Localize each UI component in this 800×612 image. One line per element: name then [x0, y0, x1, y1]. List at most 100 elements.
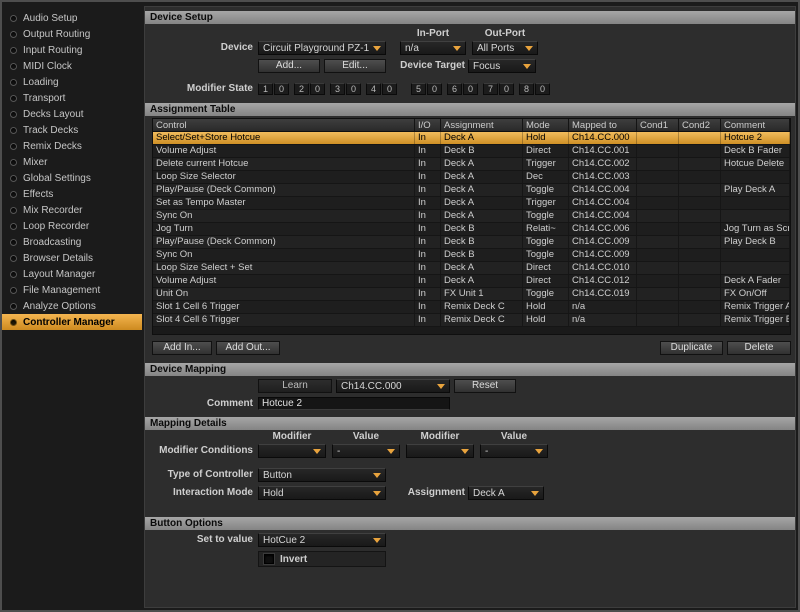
- sidebar-item-label: Effects: [23, 189, 53, 200]
- sidebar-item-controller-manager[interactable]: Controller Manager: [2, 314, 142, 330]
- table-row[interactable]: Sync OnInDeck BToggleCh14.CC.009: [153, 249, 790, 262]
- bullet-icon: [10, 303, 17, 310]
- table-row[interactable]: Set as Tempo MasterInDeck ATriggerCh14.C…: [153, 197, 790, 210]
- table-row[interactable]: Unit OnInFX Unit 1ToggleCh14.CC.019FX On…: [153, 288, 790, 301]
- modifier-value[interactable]: 0: [499, 83, 514, 95]
- comment-input[interactable]: Hotcue 2: [258, 397, 450, 410]
- sidebar-item-loading[interactable]: Loading: [2, 74, 142, 90]
- column-header-i-o[interactable]: I/O: [415, 119, 441, 131]
- sidebar-item-track-decks[interactable]: Track Decks: [2, 122, 142, 138]
- type-of-controller-value: Button: [263, 470, 292, 481]
- mapped-to-select[interactable]: Ch14.CC.000: [336, 379, 450, 393]
- type-of-controller-select[interactable]: Button: [258, 468, 386, 482]
- column-header-mapped-to[interactable]: Mapped to: [569, 119, 637, 131]
- out-port-select[interactable]: All Ports: [472, 41, 538, 55]
- invert-checkbox[interactable]: [264, 554, 274, 564]
- in-port-select[interactable]: n/a: [400, 41, 466, 55]
- add-in-button[interactable]: Add In...: [152, 341, 212, 355]
- modifier-value[interactable]: 0: [346, 83, 361, 95]
- modifier-value[interactable]: 0: [310, 83, 325, 95]
- duplicate-button[interactable]: Duplicate: [660, 341, 723, 355]
- bullet-icon: [10, 319, 17, 326]
- set-to-value-select[interactable]: HotCue 2: [258, 533, 386, 547]
- column-header-assignment[interactable]: Assignment: [441, 119, 523, 131]
- table-cell: [721, 171, 790, 183]
- sidebar-item-layout-manager[interactable]: Layout Manager: [2, 266, 142, 282]
- sidebar-item-audio-setup[interactable]: Audio Setup: [2, 10, 142, 26]
- sidebar-item-input-routing[interactable]: Input Routing: [2, 42, 142, 58]
- learn-button[interactable]: Learn: [258, 379, 332, 393]
- column-header-cond2[interactable]: Cond2: [679, 119, 721, 131]
- sidebar-item-transport[interactable]: Transport: [2, 90, 142, 106]
- sidebar: Audio SetupOutput Routing Input Routing MI…: [2, 2, 142, 610]
- sidebar-item-midi-clock[interactable]: MIDI Clock: [2, 58, 142, 74]
- device-select[interactable]: Circuit Playground PZ-1: [258, 41, 386, 55]
- column-header-comment[interactable]: Comment: [721, 119, 790, 131]
- condition2-value-select[interactable]: -: [480, 444, 548, 458]
- delete-button[interactable]: Delete: [727, 341, 791, 355]
- add-device-button[interactable]: Add...: [258, 59, 320, 73]
- sidebar-item-file-management[interactable]: File Management: [2, 282, 142, 298]
- table-row[interactable]: Slot 1 Cell 6 TriggerInRemix Deck CHoldn…: [153, 301, 790, 314]
- device-target-select[interactable]: Focus: [468, 59, 536, 73]
- sidebar-item-effects[interactable]: Effects: [2, 186, 142, 202]
- condition2-modifier-select[interactable]: [406, 444, 474, 458]
- bullet-icon: [10, 271, 17, 278]
- table-row[interactable]: Volume AdjustInDeck BDirectCh14.CC.001De…: [153, 145, 790, 158]
- sidebar-item-analyze-options[interactable]: Analyze Options: [2, 298, 142, 314]
- modifier-state-pair: 70: [483, 83, 514, 95]
- out-port-label: Out-Port: [472, 27, 538, 41]
- table-row[interactable]: Sync OnInDeck AToggleCh14.CC.004: [153, 210, 790, 223]
- column-header-mode[interactable]: Mode: [523, 119, 569, 131]
- sidebar-item-label: Layout Manager: [23, 269, 95, 280]
- assignment-select[interactable]: Deck A: [468, 486, 544, 500]
- table-row[interactable]: Volume AdjustInDeck ADirectCh14.CC.012De…: [153, 275, 790, 288]
- assignment-table: ControlI/OAssignmentModeMapped toCond1Co…: [152, 118, 791, 335]
- sidebar-item-remix-decks[interactable]: Remix Decks: [2, 138, 142, 154]
- sidebar-item-label: Input Routing: [23, 45, 83, 56]
- table-row[interactable]: Play/Pause (Deck Common)InDeck BToggleCh…: [153, 236, 790, 249]
- table-cell: Deck B: [441, 236, 523, 248]
- column-header-control[interactable]: Control: [153, 119, 415, 131]
- table-row[interactable]: Loop Size Select + SetInDeck ADirectCh14…: [153, 262, 790, 275]
- modifier-value[interactable]: 0: [463, 83, 478, 95]
- table-row[interactable]: Jog TurnInDeck BRelati~Ch14.CC.006Jog Tu…: [153, 223, 790, 236]
- sidebar-item-output-routing[interactable]: Output Routing: [2, 26, 142, 42]
- modifier-number: 1: [258, 83, 273, 95]
- reset-button[interactable]: Reset: [454, 379, 516, 393]
- modifier-value[interactable]: 0: [382, 83, 397, 95]
- table-cell: In: [415, 158, 441, 170]
- table-cell: Hotcue Delete: [721, 158, 790, 170]
- modifier-value[interactable]: 0: [535, 83, 550, 95]
- sidebar-item-mix-recorder[interactable]: Mix Recorder: [2, 202, 142, 218]
- condition1-value-select[interactable]: -: [332, 444, 400, 458]
- sidebar-item-global-settings[interactable]: Global Settings: [2, 170, 142, 186]
- table-row[interactable]: Slot 4 Cell 6 TriggerInRemix Deck CHoldn…: [153, 314, 790, 327]
- table-row[interactable]: Select/Set+Store HotcueInDeck AHoldCh14.…: [153, 132, 790, 145]
- sidebar-item-mixer[interactable]: Mixer: [2, 154, 142, 170]
- sidebar-item-loop-recorder[interactable]: Loop Recorder: [2, 218, 142, 234]
- sidebar-item-label: File Management: [23, 285, 100, 296]
- modifier-value[interactable]: 0: [274, 83, 289, 95]
- add-out-button[interactable]: Add Out...: [216, 341, 280, 355]
- modifier-state-pair: 10: [258, 83, 289, 95]
- table-row[interactable]: Loop Size SelectorInDeck ADecCh14.CC.003: [153, 171, 790, 184]
- modifier-number: 3: [330, 83, 345, 95]
- device-select-value: Circuit Playground PZ-1: [263, 43, 369, 54]
- bullet-icon: [10, 207, 17, 214]
- table-row[interactable]: Delete current HotcueInDeck ATriggerCh14…: [153, 158, 790, 171]
- condition1-modifier-select[interactable]: [258, 444, 326, 458]
- sidebar-item-browser-details[interactable]: Browser Details: [2, 250, 142, 266]
- column-header-cond1[interactable]: Cond1: [637, 119, 679, 131]
- table-cell: Toggle: [523, 249, 569, 261]
- sidebar-item-broadcasting[interactable]: Broadcasting: [2, 234, 142, 250]
- modifier-value[interactable]: 0: [427, 83, 442, 95]
- table-cell: In: [415, 249, 441, 261]
- mapping-details-header: Mapping Details: [145, 417, 795, 430]
- table-row[interactable]: Play/Pause (Deck Common)InDeck AToggleCh…: [153, 184, 790, 197]
- table-cell: [721, 210, 790, 222]
- sidebar-item-decks-layout[interactable]: Decks Layout: [2, 106, 142, 122]
- modifier-state-pair: 30: [330, 83, 361, 95]
- table-cell: Deck A: [441, 262, 523, 274]
- table-cell: In: [415, 236, 441, 248]
